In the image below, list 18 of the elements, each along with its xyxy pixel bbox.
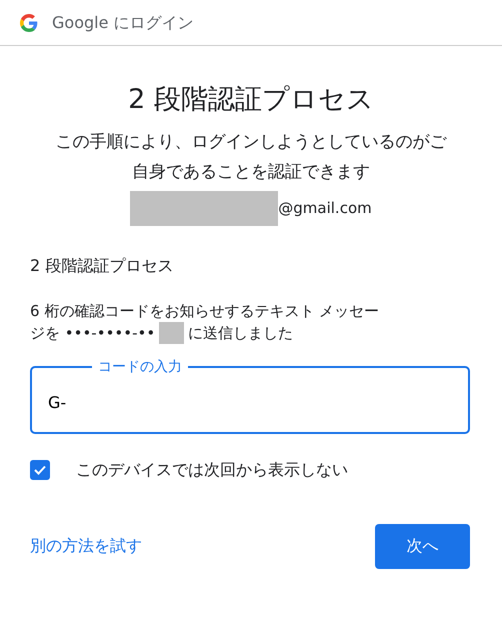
logo-icon: [20, 14, 38, 32]
message-text: 6 桁の確認コードをお知らせするテキスト メッセー: [30, 300, 380, 322]
redaction-block: [159, 322, 184, 344]
code-field[interactable]: コードの入力 G-: [30, 360, 470, 434]
subtitle-text: この手順により、ログインしようとしているのがご自身であることを認証できます: [54, 130, 448, 184]
header-title: Google にログイン: [52, 12, 194, 34]
other-method-link[interactable]: 別の方法を試す: [30, 534, 142, 558]
page-heading: 2 段階認証プロセス: [127, 83, 375, 117]
check-icon: [34, 464, 46, 474]
checkbox-label: このデバイスでは次回から表示しない: [76, 458, 348, 480]
section-title: 2 段階認証プロセス: [30, 254, 174, 276]
message-text: ジを •••-••••-••: [30, 322, 156, 344]
message-text: に送信しました: [188, 322, 294, 344]
next-button[interactable]: 次へ: [375, 524, 470, 568]
email-text: @gmail.com: [278, 198, 372, 219]
code-input[interactable]: G-: [32, 374, 468, 432]
field-label: コードの入力: [97, 360, 183, 374]
checkbox[interactable]: [30, 460, 50, 480]
